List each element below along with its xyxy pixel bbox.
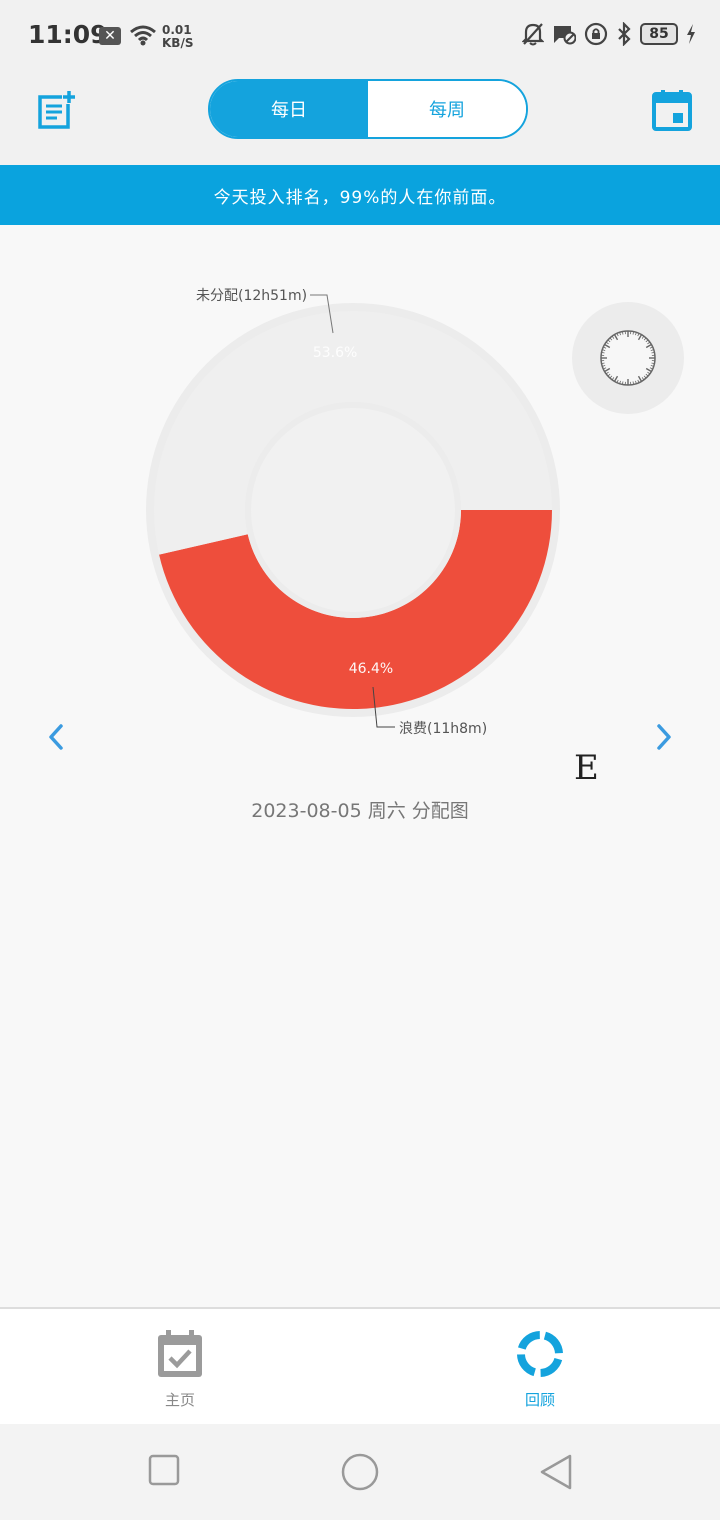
percent-label-unallocated: 53.6%	[313, 345, 357, 361]
close-notification-icon: ✕	[99, 27, 121, 45]
wifi-icon	[130, 25, 156, 46]
review-ring-icon	[517, 1331, 563, 1377]
status-icons: 85	[522, 22, 696, 46]
bluetooth-icon	[618, 22, 631, 46]
back-triangle-icon[interactable]	[536, 1452, 576, 1492]
charging-icon	[687, 24, 695, 44]
chart-hole	[251, 408, 455, 612]
bottom-tab-bar: 主页 回顾	[0, 1307, 720, 1424]
tab-daily[interactable]: 每日	[210, 81, 368, 137]
status-bar: 11:09 ✕ 0.01 KB/S 85	[0, 0, 720, 72]
lock-rotation-icon	[584, 22, 608, 46]
tab-home-label: 主页	[164, 1391, 195, 1409]
next-day-chevron-icon[interactable]	[652, 722, 676, 752]
tab-review-label: 回顾	[524, 1391, 555, 1409]
status-time: 11:09	[28, 20, 108, 49]
calendar-icon[interactable]	[652, 89, 692, 131]
tab-review[interactable]: 回顾	[480, 1329, 600, 1410]
overlay-letter: E	[574, 748, 599, 788]
percent-label-waste: 46.4%	[349, 661, 393, 677]
ranking-banner: 今天投入排名，99%的人在你前面。	[0, 165, 720, 225]
home-circle-icon[interactable]	[340, 1452, 380, 1492]
previous-day-chevron-icon[interactable]	[44, 722, 68, 752]
clock-icon	[600, 330, 656, 386]
calendar-check-icon	[158, 1330, 202, 1377]
label-unallocated: 未分配(12h51m)	[196, 288, 308, 304]
bell-off-icon	[522, 23, 544, 46]
tab-weekly[interactable]: 每周	[368, 81, 526, 137]
add-note-icon[interactable]	[37, 89, 77, 129]
system-nav-bar	[0, 1424, 720, 1520]
label-waste: 浪费(11h8m)	[399, 721, 488, 737]
message-blocked-icon	[554, 26, 576, 45]
clock-button[interactable]	[572, 302, 684, 414]
tab-home[interactable]: 主页	[120, 1329, 240, 1410]
recent-apps-square-icon[interactable]	[146, 1452, 182, 1488]
network-speed: 0.01 KB/S	[162, 24, 193, 50]
network-speed-unit: KB/S	[162, 36, 194, 50]
battery-indicator: 85	[640, 23, 678, 45]
chart-title: 2023-08-05 周六 分配图	[251, 800, 469, 822]
period-toggle: 每日 每周	[208, 79, 528, 139]
